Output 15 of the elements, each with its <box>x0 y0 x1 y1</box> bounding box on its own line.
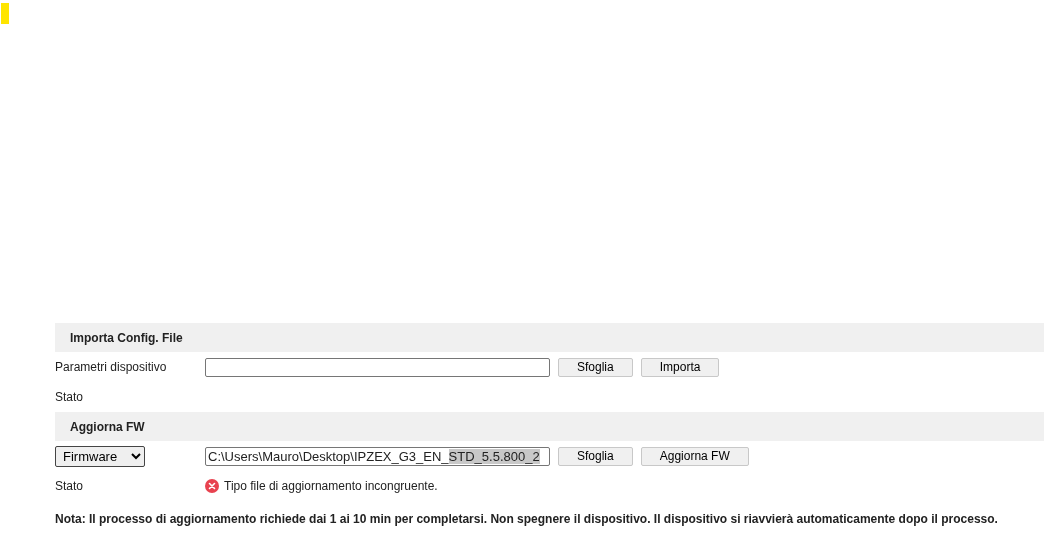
status-message: Tipo file di aggiornamento incongruente. <box>224 478 438 495</box>
import-button[interactable]: Importa <box>640 357 720 377</box>
file-path-field[interactable]: C:\Users\Mauro\Desktop\IPZEX_G3_EN_STD_5.5.800_2 <box>205 446 550 466</box>
section-header: Aggiorna FW <box>55 412 1044 441</box>
field-label: Stato <box>55 389 85 406</box>
file-path-field[interactable] <box>205 357 550 377</box>
browse-button[interactable]: Sfoglia <box>558 446 633 466</box>
section-header: Importa Config. File <box>55 323 1044 352</box>
browse-button[interactable]: Sfoglia <box>558 357 633 377</box>
highlight-mark <box>1 3 9 24</box>
note-text: Nota: Il processo di aggiornamento richiede dai 1 ai 10 min per completarsi. Non spegnere il dispositivo. Il dispositivo si riavvierà automaticamente dopo il processo. <box>55 511 999 528</box>
firmware-dropdown[interactable]: Firmware <box>55 445 145 467</box>
upgrade-button[interactable]: Aggiorna FW <box>640 446 749 466</box>
field-label: Parametri dispositivo <box>55 359 168 376</box>
field-label: Stato <box>55 478 85 495</box>
